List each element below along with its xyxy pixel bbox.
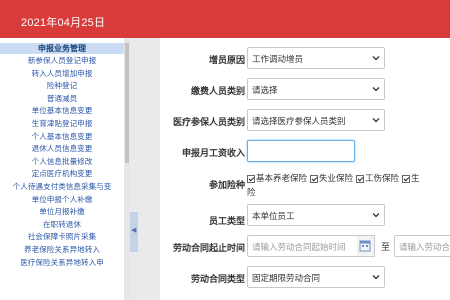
contract-start-calendar-button[interactable] [357, 235, 375, 257]
checkbox-basic-pension[interactable]: 基本养老保险 [247, 172, 307, 184]
splitter [130, 38, 160, 300]
sidebar-item-medical-transfer-in[interactable]: 医疗保险关系异地转入申 [0, 257, 124, 270]
calendar-icon [359, 240, 371, 252]
chevron-down-icon [372, 54, 380, 62]
contract-end-date-input[interactable]: 请输入劳动合 [394, 235, 450, 257]
sidebar-item-personal-info-change[interactable]: 个人基本信息变更 [0, 131, 124, 144]
medical-category-value: 请选择医疗参保人员类别 [252, 116, 346, 126]
sidebar-item-new-insured-registration[interactable]: 新参保人员登记申报 [0, 55, 124, 68]
checkbox-checked-icon [402, 174, 411, 183]
medical-category-select[interactable]: 请选择医疗参保人员类别 [247, 109, 385, 131]
checkbox-unemployment[interactable]: 失业保险 [310, 172, 353, 184]
sidebar-item-medical-institution-change[interactable]: 定点医疗机构变更 [0, 168, 124, 181]
sidebar-item-card-photo-collection[interactable]: 社会保障卡照片采集 [0, 231, 124, 244]
checkbox-checked-icon [247, 174, 255, 183]
employee-type-value: 本单位员工 [252, 211, 295, 221]
sidebar-item-ordinary-decrease[interactable]: 普通减员 [0, 93, 124, 106]
chevron-down-icon [372, 116, 380, 124]
checkbox-checked-icon [310, 174, 319, 183]
checkbox-work-injury[interactable]: 工伤保险 [356, 172, 399, 184]
employee-type-select[interactable]: 本单位员工 [247, 204, 385, 226]
contract-period-separator: 至 [381, 242, 391, 252]
checkbox-maternity[interactable]: 生 [402, 172, 420, 184]
sidebar-item-transfer-in-increase[interactable]: 转入人员增加申报 [0, 68, 124, 81]
sidebar-heading-label: 申报业务管理 [38, 44, 86, 53]
sidebar-menu: 新参保人员登记申报 转入人员增加申报 险种登记 普通减员 单位基本信息变更 生育… [0, 55, 124, 269]
employee-type-label: 员工类型 [208, 216, 245, 226]
contract-end-placeholder: 请输入劳动合 [399, 242, 450, 252]
payer-category-label: 缴费人员类别 [190, 86, 245, 96]
sidebar-scrollbar-thumb[interactable] [125, 43, 129, 163]
payer-category-select[interactable]: 请选择 [247, 78, 385, 100]
increase-reason-value: 工作调动增员 [252, 54, 304, 64]
sidebar-item-active-to-retired[interactable]: 在职转退休 [0, 219, 124, 232]
sidebar-item-batch-modify[interactable]: 个人信息批量修改 [0, 156, 124, 169]
monthly-wage-input[interactable] [247, 140, 355, 162]
contract-start-placeholder: 请输入劳动合同起始时间 [252, 242, 346, 252]
sidebar-item-retiree-info-change[interactable]: 退休人员信息变更 [0, 143, 124, 156]
increase-reason-select[interactable]: 工作调动增员 [247, 47, 385, 69]
sidebar-item-insurance-registration[interactable]: 险种登记 [0, 80, 124, 93]
header-date: 2021年04月25日 [21, 17, 106, 29]
insurance-types-group: 基本养老保险 失业保险 工伤保险生 险 [247, 172, 450, 198]
contract-type-value: 固定期限劳动合同 [252, 273, 321, 283]
triangle-left-icon: ◀ [131, 227, 137, 234]
sidebar-item-maternity-allowance[interactable]: 生育津贴登记申报 [0, 118, 124, 131]
monthly-wage-label: 申报月工资收入 [181, 148, 245, 158]
top-header-bar: 2021年04月25日 [0, 0, 450, 38]
sidebar-item-unit-personal-back-pay[interactable]: 单位申报个人补缴 [0, 194, 124, 207]
contract-type-select[interactable]: 固定期限劳动合同 [247, 266, 385, 288]
insurance-wrap-text: 险 [247, 187, 256, 197]
sidebar-item-unit-monthly-back-pay[interactable]: 单位月报补缴 [0, 206, 124, 219]
medical-category-label: 医疗参保人员类别 [172, 117, 245, 127]
checkbox-checked-icon [356, 174, 365, 183]
contract-start-date-input[interactable]: 请输入劳动合同起始时间 [247, 235, 358, 257]
payer-category-value: 请选择 [252, 85, 278, 95]
contract-period-label: 劳动合同起止时间 [172, 243, 245, 253]
chevron-down-icon [372, 211, 380, 219]
insurance-types-label: 参加险种 [208, 180, 245, 190]
increase-reason-label: 增员原因 [208, 55, 245, 65]
collapse-sidebar-toggle[interactable]: ◀ [130, 212, 138, 252]
sidebar-item-pension-transfer-in[interactable]: 养老保险关系异地转入 [0, 244, 124, 257]
chevron-down-icon [372, 273, 380, 281]
sidebar: 申报业务管理 新参保人员登记申报 转入人员增加申报 险种登记 普通减员 单位基本… [0, 38, 130, 300]
chevron-down-icon [372, 85, 380, 93]
sidebar-item-payment-info-collection[interactable]: 个人待遇支付类信息采集与变 [0, 181, 124, 194]
contract-type-label: 劳动合同类型 [190, 274, 245, 284]
sidebar-heading[interactable]: 申报业务管理 [0, 43, 124, 54]
sidebar-item-unit-info-change[interactable]: 单位基本信息变更 [0, 105, 124, 118]
